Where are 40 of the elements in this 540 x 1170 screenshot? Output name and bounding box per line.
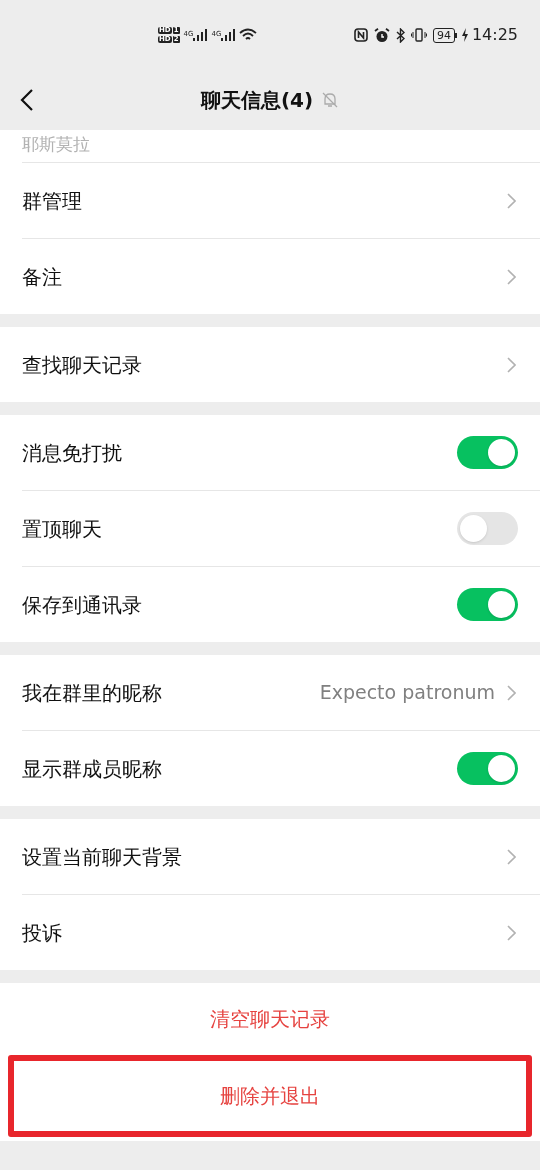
vibrate-icon bbox=[410, 28, 427, 42]
row-label: 我在群里的昵称 bbox=[22, 679, 162, 707]
row-label: 投诉 bbox=[22, 919, 62, 947]
toggle-switch[interactable] bbox=[457, 436, 518, 469]
settings-row[interactable]: 备注 bbox=[22, 239, 540, 314]
signal-icon bbox=[193, 29, 208, 41]
row-label: 消息免打扰 bbox=[22, 439, 122, 467]
settings-row[interactable]: 我在群里的昵称 Expecto patronum bbox=[22, 655, 540, 730]
chevron-icon bbox=[507, 684, 516, 701]
wifi-icon bbox=[239, 28, 258, 42]
chevron-icon bbox=[507, 848, 516, 865]
clock: 14:25 bbox=[471, 24, 518, 46]
back-icon[interactable] bbox=[20, 88, 34, 112]
row-label: 置顶聊天 bbox=[22, 515, 102, 543]
row-label: 设置当前聊天背景 bbox=[22, 843, 182, 871]
battery-level: 94 bbox=[432, 27, 455, 43]
row-label: 查找聊天记录 bbox=[22, 351, 142, 379]
signal-icon bbox=[221, 29, 236, 41]
toggle-switch[interactable] bbox=[457, 752, 518, 785]
settings-row[interactable]: 投诉 bbox=[22, 895, 540, 970]
row-label: 备注 bbox=[22, 263, 62, 291]
row-label: 群管理 bbox=[22, 187, 82, 215]
row-value: Expecto patronum bbox=[319, 680, 495, 706]
page-title: 聊天信息(4) bbox=[200, 87, 314, 114]
member-name: 耶斯莫拉 bbox=[22, 136, 90, 153]
settings-row[interactable]: 群管理 bbox=[22, 163, 540, 238]
toggle-switch[interactable] bbox=[457, 512, 518, 545]
toggle-switch[interactable] bbox=[457, 588, 518, 621]
bluetooth-icon bbox=[395, 27, 405, 43]
settings-row[interactable]: 设置当前聊天背景 bbox=[22, 819, 540, 894]
row-label: 保存到通讯录 bbox=[22, 591, 142, 619]
chevron-icon bbox=[507, 924, 516, 941]
chevron-icon bbox=[507, 192, 516, 209]
charging-icon bbox=[460, 28, 469, 42]
row-label: 显示群成员昵称 bbox=[22, 755, 162, 783]
chevron-icon bbox=[507, 356, 516, 373]
nfc-icon bbox=[353, 28, 368, 42]
action-button[interactable]: 删除并退出 bbox=[8, 1055, 532, 1137]
chevron-icon bbox=[507, 268, 516, 285]
alarm-icon bbox=[373, 27, 390, 43]
